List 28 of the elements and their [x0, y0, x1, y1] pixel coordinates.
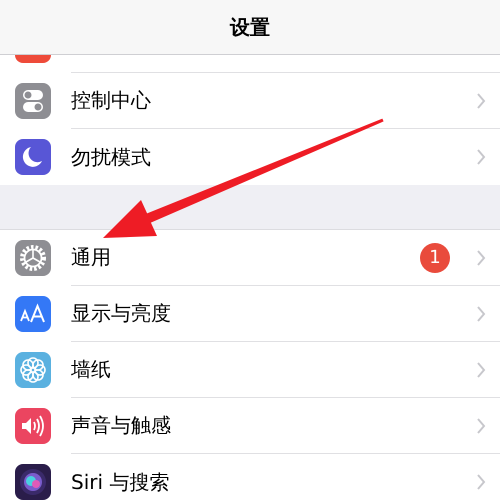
settings-row[interactable]: 墙纸 [0, 342, 500, 398]
chevron-icon [476, 248, 486, 266]
chevron-icon [476, 92, 486, 110]
text-size-icon [15, 296, 51, 332]
row-label: 声音与触感 [71, 412, 171, 439]
moon-icon [15, 139, 51, 175]
chevron-icon [476, 148, 486, 166]
speaker-icon [15, 408, 51, 444]
row-label: Siri 与搜索 [71, 468, 170, 496]
row-label: 勿扰模式 [71, 144, 151, 170]
flower-icon [15, 352, 51, 388]
toggles-icon [15, 83, 51, 119]
settings-row[interactable]: 显示与亮度 [0, 286, 500, 342]
orb-icon [15, 464, 51, 500]
row-label: 显示与亮度 [71, 300, 171, 327]
settings-row[interactable]: Siri 与搜索 [0, 454, 500, 500]
settings-icon [15, 240, 51, 276]
row-label: 控制中心 [71, 87, 151, 114]
row-label: 通用 [71, 244, 111, 271]
notification-badge: 1 [420, 242, 450, 272]
row-label: 墙纸 [71, 356, 111, 383]
chevron-icon [476, 304, 486, 322]
chevron-icon [476, 360, 486, 378]
chevron-icon [476, 473, 486, 491]
settings-row[interactable]: 控制中心 [0, 73, 500, 129]
page-title: 设置 [230, 14, 270, 40]
chevron-icon [476, 416, 486, 434]
settings-row[interactable]: 声音与触感 [0, 398, 500, 454]
